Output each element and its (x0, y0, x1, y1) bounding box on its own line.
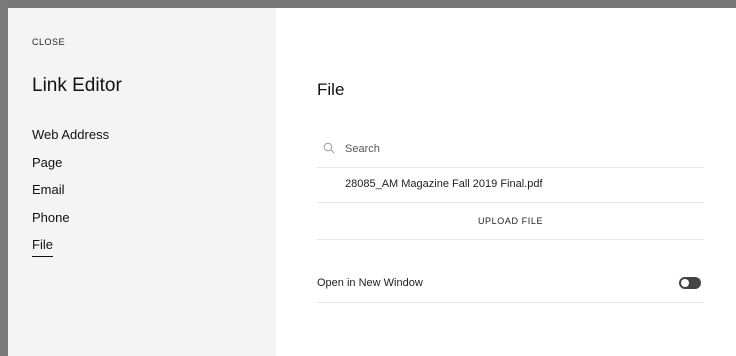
file-list-item[interactable]: 28085_AM Magazine Fall 2019 Final.pdf (317, 168, 704, 203)
file-search (317, 137, 704, 168)
nav-item-label: Phone (32, 209, 70, 225)
nav-item-email[interactable]: Email (32, 181, 109, 209)
search-input[interactable] (345, 139, 685, 159)
upload-file-button[interactable]: UPLOAD FILE (317, 203, 704, 239)
page-title: File (317, 80, 345, 99)
window-frame-left (0, 0, 8, 356)
nav-item-web-address[interactable]: Web Address (32, 126, 109, 154)
open-new-window-toggle[interactable] (679, 277, 701, 289)
search-icon (323, 142, 335, 154)
toggle-knob (681, 279, 689, 287)
nav-item-label: Email (32, 182, 65, 197)
nav-item-page[interactable]: Page (32, 154, 109, 182)
main-panel: File 28085_AM Magazine Fall 2019 Final.p… (276, 8, 736, 356)
upload-row: UPLOAD FILE (317, 203, 704, 240)
nav-item-label: Page (32, 154, 63, 170)
open-new-window-option: Open in New Window (317, 270, 704, 303)
nav-item-phone[interactable]: Phone (32, 209, 109, 237)
nav-item-label: File (32, 236, 53, 257)
file-name: 28085_AM Magazine Fall 2019 Final.pdf (345, 178, 543, 190)
sidebar-title: Link Editor (32, 75, 122, 96)
open-new-window-label: Open in New Window (317, 277, 423, 289)
nav-item-file[interactable]: File (32, 236, 109, 264)
link-type-nav: Web Address Page Email Phone File (32, 126, 109, 264)
close-button[interactable]: CLOSE (32, 37, 65, 47)
window-frame-top (0, 0, 736, 8)
nav-item-label: Web Address (32, 127, 110, 142)
